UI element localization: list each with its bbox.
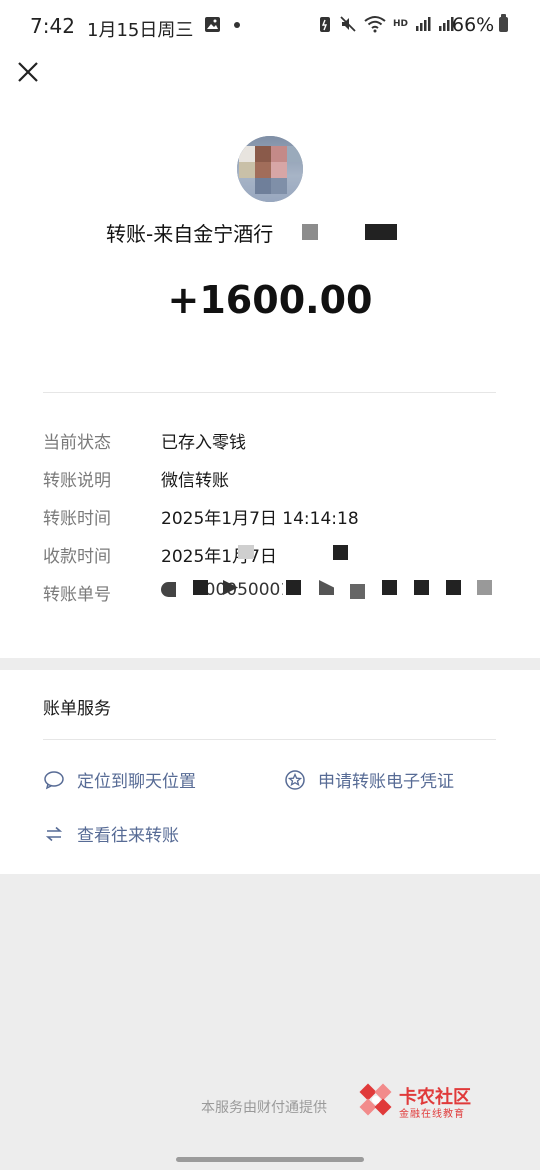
watermark-logo: 卡农社区 金融在线教育 (359, 1081, 484, 1121)
close-icon (18, 62, 38, 82)
bill-services: 账单服务 定位到聊天位置 申请转账电子凭证 查看往来转账 (0, 670, 540, 874)
wifi-icon (364, 16, 386, 33)
privacy-mask (282, 222, 300, 242)
transfer-detail-page: 7:42 1月15日周三 HD 66% 转账-来自金宁酒行 +1600.00 当… (0, 0, 540, 1170)
detail-row-status: 当前状态 已存入零钱 (43, 428, 503, 458)
gallery-icon (204, 16, 221, 33)
home-indicator[interactable] (176, 1157, 364, 1162)
status-time: 7:42 (30, 14, 75, 38)
top-nav (0, 52, 540, 104)
privacy-mask (238, 545, 254, 559)
divider (43, 739, 496, 740)
detail-label: 转账单号 (43, 585, 111, 605)
battery-saver-icon (320, 17, 330, 32)
detail-row-order-id: 转账单号 1000050001202 (43, 580, 503, 610)
provider-note: 本服务由财付通提供 (201, 1100, 327, 1116)
close-button[interactable] (14, 58, 42, 86)
hd-icon: HD (393, 19, 409, 29)
apply-voucher-link[interactable]: 申请转账电子凭证 (284, 767, 454, 792)
view-transfers-label: 查看往来转账 (77, 826, 179, 846)
apply-voucher-label: 申请转账电子凭证 (318, 772, 454, 792)
detail-row-transfer-time: 转账时间 2025年1月7日 14:14:18 (43, 504, 503, 534)
watermark-subtitle: 金融在线教育 (399, 1109, 465, 1120)
privacy-mask (382, 580, 397, 595)
battery-icon (499, 14, 508, 32)
detail-value: 2025年1月7日 (161, 547, 277, 567)
status-bar: 7:42 1月15日周三 HD 66% (0, 0, 540, 52)
detail-label: 当前状态 (43, 433, 111, 453)
privacy-mask (286, 580, 301, 595)
watermark-logo-icon (359, 1083, 392, 1116)
privacy-mask (333, 545, 348, 560)
divider (43, 392, 496, 393)
privacy-mask (350, 584, 365, 599)
privacy-mask (161, 582, 176, 597)
privacy-mask (283, 544, 333, 562)
detail-row-receive-time: 收款时间 2025年1月7日 (43, 542, 503, 572)
detail-value: 2025年1月7日 14:14:18 (161, 509, 359, 529)
locate-chat-link[interactable]: 定位到聊天位置 (43, 767, 196, 792)
view-transfers-link[interactable]: 查看往来转账 (43, 821, 179, 846)
transfer-amount: +1600.00 (167, 278, 373, 322)
detail-label: 转账说明 (43, 471, 111, 491)
status-icons: HD (318, 15, 454, 33)
transfer-title: 转账-来自金宁酒行 (106, 222, 274, 246)
notification-dot-icon (234, 22, 240, 28)
swap-arrows-icon (45, 826, 63, 841)
chat-bubble-icon (44, 770, 64, 789)
star-circle-icon (285, 769, 305, 790)
transfer-card: 转账-来自金宁酒行 +1600.00 当前状态 已存入零钱 转账说明 微信转账 … (0, 104, 540, 658)
services-title: 账单服务 (43, 699, 111, 719)
battery-percent: 66% (452, 14, 495, 36)
mute-icon (340, 16, 356, 32)
detail-value: 已存入零钱 (161, 433, 246, 453)
locate-chat-label: 定位到聊天位置 (77, 772, 196, 792)
privacy-mask (477, 580, 492, 595)
detail-label: 收款时间 (43, 547, 111, 567)
privacy-mask (193, 580, 208, 595)
privacy-mask (365, 224, 397, 240)
detail-row-note: 转账说明 微信转账 (43, 466, 503, 496)
privacy-mask (446, 580, 461, 595)
signal-icon (416, 17, 431, 31)
avatar[interactable] (237, 136, 303, 202)
detail-value: 微信转账 (161, 471, 229, 491)
privacy-mask (414, 580, 429, 595)
status-date: 1月15日周三 (87, 20, 194, 41)
detail-label: 转账时间 (43, 509, 111, 529)
privacy-mask (302, 224, 318, 240)
